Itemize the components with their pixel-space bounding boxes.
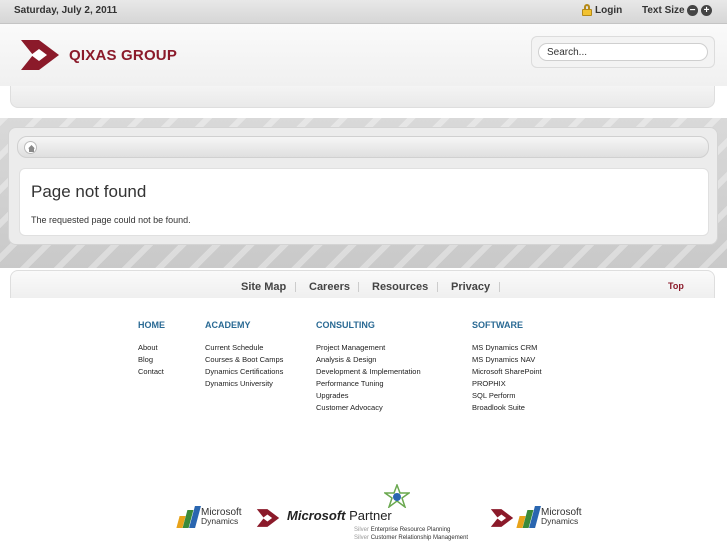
logo-text: QIXAS GROUP	[69, 46, 178, 64]
login-label: Login	[595, 4, 623, 16]
partner-word: Partner	[349, 508, 392, 523]
footer-link-site-map[interactable]: Site Map	[241, 281, 286, 293]
sitemap-heading[interactable]: CONSULTING	[316, 320, 421, 330]
text-size-label: Text Size	[642, 5, 685, 16]
breadcrumb	[17, 136, 709, 158]
qixas-small-logo-icon	[256, 509, 280, 527]
sitemap-link[interactable]: Dynamics University	[205, 378, 283, 390]
silver-erp-line: Silver Enterprise Resource Planning	[354, 527, 450, 533]
main-nav-bar	[10, 86, 715, 108]
sitemap-link[interactable]: MS Dynamics NAV	[472, 354, 542, 366]
site-logo[interactable]: QIXAS GROUP	[19, 38, 177, 72]
silver-label: Silver	[354, 535, 370, 541]
current-date: Saturday, July 2, 2011	[14, 5, 118, 16]
lock-icon	[582, 4, 592, 16]
qixas-small-logo-icon	[490, 509, 514, 527]
sitemap-heading[interactable]: ACADEMY	[205, 320, 283, 330]
sitemap-column-software: SOFTWARE MS Dynamics CRM MS Dynamics NAV…	[472, 320, 542, 414]
sitemap-link[interactable]: Contact	[138, 366, 165, 378]
top-bar: Saturday, July 2, 2011 Login Text Size −…	[0, 0, 727, 24]
dynamics-label: Dynamics	[541, 516, 579, 526]
sitemap-link[interactable]: Analysis & Design	[316, 354, 421, 366]
sitemap-link[interactable]: Dynamics Certifications	[205, 366, 283, 378]
silver-label: Silver	[354, 527, 370, 533]
qixas-logo-icon	[21, 40, 59, 70]
footer-separator	[437, 282, 438, 292]
sitemap-column-consulting: CONSULTING Project Management Analysis &…	[316, 320, 421, 414]
login-link[interactable]: Login	[582, 4, 622, 16]
footer-separator	[295, 282, 296, 292]
sitemap-link[interactable]: Current Schedule	[205, 342, 283, 354]
sitemap-heading[interactable]: SOFTWARE	[472, 320, 542, 330]
sitemap-link[interactable]: Broadlook Suite	[472, 402, 542, 414]
sitemap-link[interactable]: Blog	[138, 354, 165, 366]
sitemap-link[interactable]: MS Dynamics CRM	[472, 342, 542, 354]
microsoft-dynamics-logo-right: Microsoft Dynamics	[516, 506, 582, 528]
sitemap-heading[interactable]: HOME	[138, 320, 165, 330]
footer-link-careers[interactable]: Careers	[309, 281, 350, 293]
sitemap-link[interactable]: Project Management	[316, 342, 421, 354]
error-message: The requested page could not be found.	[31, 215, 191, 225]
microsoft-dynamics-logo-left: Microsoft Dynamics	[176, 506, 242, 528]
header: QIXAS GROUP	[0, 24, 727, 86]
sitemap-column-academy: ACADEMY Current Schedule Courses & Boot …	[205, 320, 283, 390]
sitemap-link[interactable]: SQL Perform	[472, 390, 542, 402]
sitemap-link[interactable]: About	[138, 342, 165, 354]
microsoft-partner-label: Microsoft Partner	[287, 508, 392, 523]
decrease-text-size-button[interactable]: −	[687, 5, 698, 16]
search-input[interactable]	[538, 43, 708, 61]
sitemap-link[interactable]: Upgrades	[316, 390, 421, 402]
sitemap-column-home: HOME About Blog Contact	[138, 320, 165, 378]
sitemap-link[interactable]: Customer Advocacy	[316, 402, 421, 414]
increase-text-size-button[interactable]: +	[701, 5, 712, 16]
dynamics-bars-icon	[516, 506, 541, 528]
sitemap-link[interactable]: Performance Tuning	[316, 378, 421, 390]
search-box	[531, 36, 715, 68]
crm-label: Customer Relationship Management	[370, 535, 469, 541]
content-wrapper: Page not found The requested page could …	[8, 127, 718, 245]
dynamics-label: Dynamics	[201, 516, 239, 526]
sitemap-link[interactable]: Microsoft SharePoint	[472, 366, 542, 378]
footer-separator	[358, 282, 359, 292]
partner-ms-label: Microsoft	[287, 508, 346, 523]
home-icon[interactable]	[24, 141, 37, 154]
partner-star-icon	[384, 484, 410, 508]
silver-crm-line: Silver Customer Relationship Management	[354, 535, 468, 541]
page-title: Page not found	[31, 182, 147, 201]
sitemap-link[interactable]: PROPHIX	[472, 378, 542, 390]
main-content: Page not found The requested page could …	[19, 168, 709, 236]
footer-nav: Site Map Careers Resources Privacy Top	[10, 270, 715, 298]
sitemap-link[interactable]: Development & Implementation	[316, 366, 421, 378]
footer-link-resources[interactable]: Resources	[372, 281, 428, 293]
sitemap-link[interactable]: Courses & Boot Camps	[205, 354, 283, 366]
dynamics-bars-icon	[176, 506, 201, 528]
back-to-top-link[interactable]: Top	[668, 281, 684, 291]
erp-label: Enterprise Resource Planning	[370, 527, 451, 533]
footer-separator	[499, 282, 500, 292]
footer-link-privacy[interactable]: Privacy	[451, 281, 490, 293]
